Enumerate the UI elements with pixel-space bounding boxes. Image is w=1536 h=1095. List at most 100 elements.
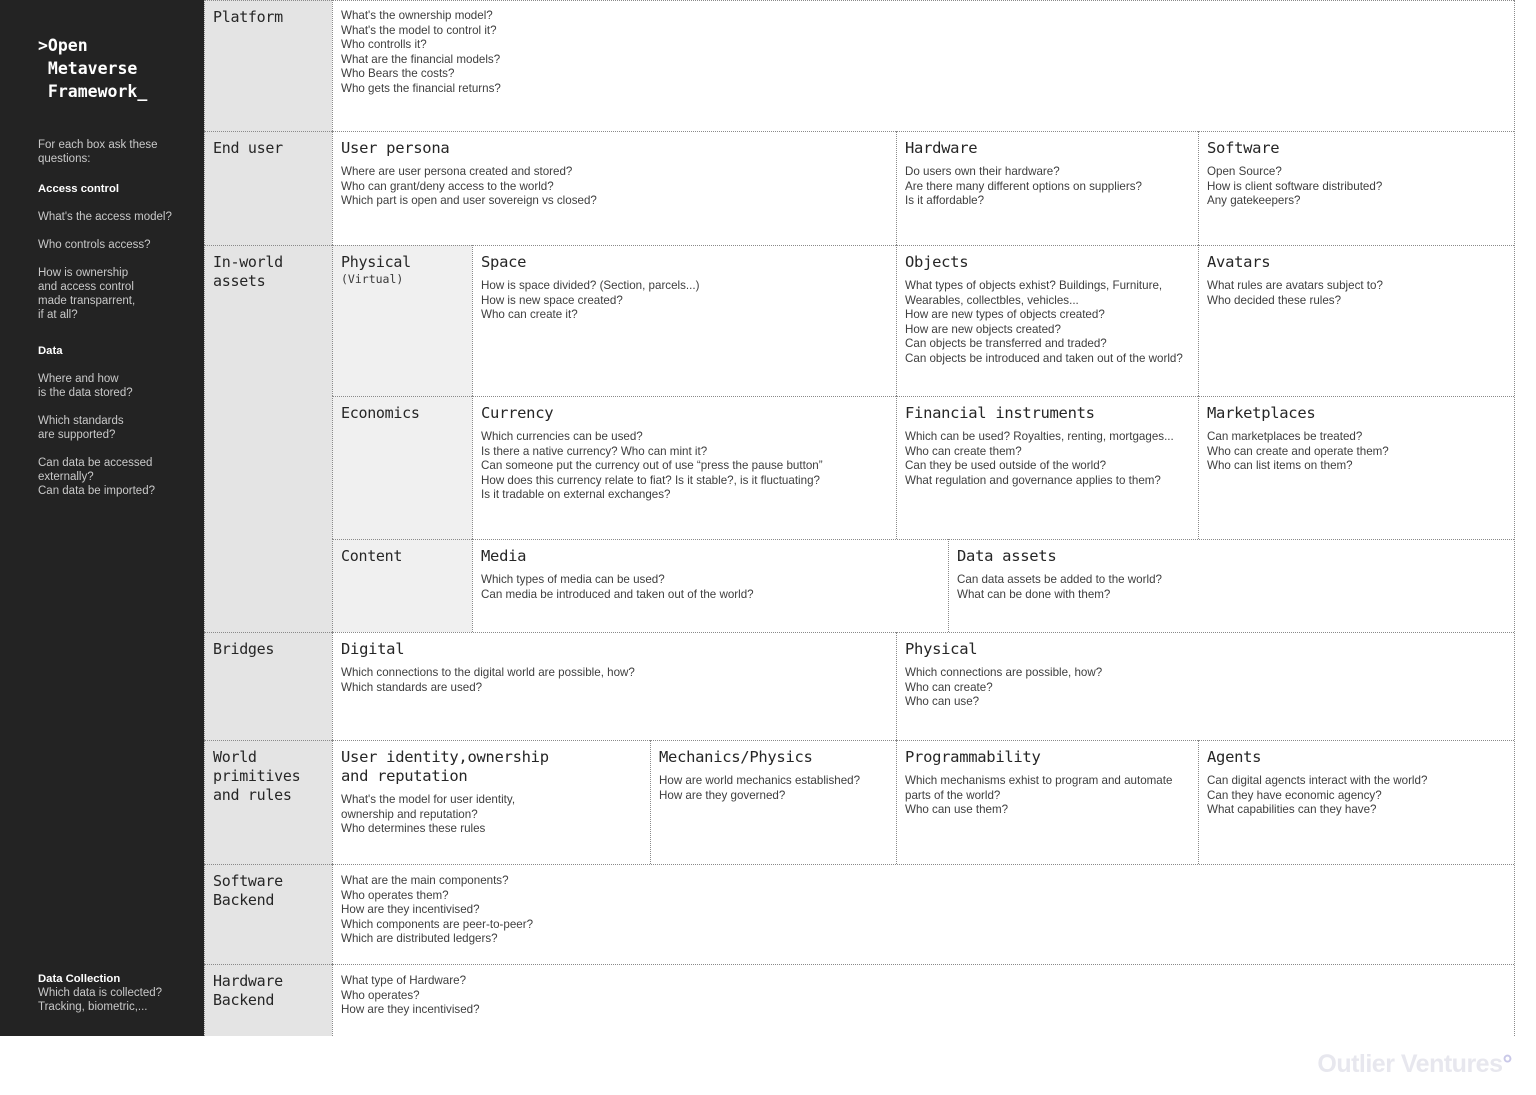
question: Which standards are used? [341,680,483,694]
question: Who can create them? [905,444,1022,458]
sidebar-questions: For each box ask these questions: Access… [38,138,188,512]
framework-grid: Platform What's the ownership model? Wha… [204,0,1515,1037]
page-footer: Outlier Ventures° [0,1036,1536,1095]
question: How does this currency relate to fiat? I… [481,473,820,487]
question: Can objects be introduced and taken out … [905,351,1183,365]
cell-avatars: Avatars What rules are avatars subject t… [1198,245,1514,396]
question-list: What's the model for user identity, owne… [341,793,650,837]
question: Can data assets be added to the world? [957,573,1162,586]
question: What capabilities can they have? [1207,803,1377,817]
cell-title: Programmability [905,748,1041,766]
sidebar-question: Which standards are supported? [38,415,124,441]
question: Wearables, collectbles, vehicles... [905,293,1079,307]
question: How are new types of objects created? [905,308,1105,322]
question: Open Source? [1207,165,1282,178]
cell-hardware: Hardware Do users own their hardware? Ar… [896,131,1198,245]
row-label-end-user: End user [204,131,332,245]
cell-title: Physical [905,640,978,658]
sublabel-physical: Physical (Virtual) [332,245,472,396]
logo-text: Outlier Ventures [1317,1050,1503,1078]
question: Which types of media can be used? [481,573,665,586]
question: Who controlls it? [341,38,427,52]
question: Who can list items on them? [1207,459,1353,473]
question: How are they governed? [659,788,786,802]
question: Is it affordable? [905,194,985,208]
cell-user-persona: User persona Where are user persona crea… [332,131,896,245]
question-list: Can data assets be added to the world? W… [957,573,1514,602]
question-list: How is space divided? (Section, parcels.… [481,279,896,323]
question-list: Do users own their hardware? Are there m… [905,165,1198,209]
question: How are they incentivised? [341,903,480,917]
question-list: How are world mechanics established? How… [659,774,896,803]
sidebar-question: What's the access model? [38,211,172,223]
cell-software-backend-questions: What are the main components? Who operat… [332,864,1514,964]
question: Who determines these rules [341,822,486,836]
question-list: Which can be used? Royalties, renting, m… [905,430,1198,488]
sublabel-economics: Economics [332,396,472,539]
brand-title: >Open Metaverse Framework_ [38,36,148,101]
sidebar-heading-access-control: Access control [38,183,119,195]
cell-programmability: Programmability Which mechanisms exhist … [896,740,1198,864]
cell-marketplaces: Marketplaces Can marketplaces be treated… [1198,396,1514,539]
sidebar-question: Which data is collected? Tracking, biome… [38,987,163,1013]
question: What's the model for user identity, [341,793,516,806]
cell-user-identity: User identity,ownership and reputation W… [332,740,650,864]
question-list: Which currencies can be used? Is there a… [481,430,896,503]
question-list: Can marketplaces be treated? Who can cre… [1207,430,1514,474]
question: How is new space created? [481,293,623,307]
question: What regulation and governance applies t… [905,473,1161,487]
sidebar-question: Who controls access? [38,239,151,251]
question: What type of Hardware? [341,974,467,987]
cell-title: Financial instruments [905,404,1095,422]
question: Who gets the financial returns? [341,81,501,95]
row-label-bridges: Bridges [204,632,332,740]
question: What are the financial models? [341,52,501,66]
question: ownership and reputation? [341,807,478,821]
row-label-platform: Platform [204,0,332,131]
question: How are world mechanics established? [659,774,861,787]
cell-title: Hardware [905,139,978,157]
question: Which mechanisms exhist to program and a… [905,774,1173,787]
row-label-in-world-assets: In-world assets [204,245,332,632]
question: Which part is open and user sovereign vs… [341,194,597,208]
question-list: What type of Hardware? Who operates? How… [341,974,1514,1018]
cell-title: Digital [341,640,405,658]
question: Do users own their hardware? [905,165,1060,178]
sidebar-heading-data: Data [38,345,63,357]
sidebar-question: How is ownership and access control made… [38,267,136,321]
sidebar-question: Where and how is the data stored? [38,373,133,399]
row-label-software-backend: Software Backend [204,864,332,964]
question: How are new objects created? [905,322,1061,336]
question: Who can create? [905,680,993,694]
question: Who operates? [341,988,420,1002]
sublabel-content: Content [332,539,472,632]
sidebar-question: Can data be accessed externally? Can dat… [38,457,155,497]
question-list: Which connections to the digital world a… [341,666,896,695]
row-label-text: End user [213,139,283,157]
cell-title: Currency [481,404,554,422]
row-label-hardware-backend: Hardware Backend [204,964,332,1036]
cell-title: Marketplaces [1207,404,1316,422]
cell-title: Software [1207,139,1280,157]
question: Who can create and operate them? [1207,444,1389,458]
question: How is space divided? (Section, parcels.… [481,279,700,292]
cell-title: Mechanics/Physics [659,748,813,766]
question: parts of the world? [905,788,1001,802]
row-label-text: Bridges [213,640,275,658]
sublabel-title: Physical [341,253,411,271]
cell-hardware-backend-questions: What type of Hardware? Who operates? How… [332,964,1514,1036]
question: Are there many different options on supp… [905,179,1142,193]
question: Can objects be transferred and traded? [905,337,1107,351]
question-list: Where are user persona created and store… [341,165,896,209]
question: Which components are peer-to-peer? [341,917,534,931]
question: Can they have economic agency? [1207,788,1382,802]
cell-title: Objects [905,253,969,271]
question: Who operates them? [341,888,449,902]
question: What can be done with them? [957,587,1111,601]
cell-title: Agents [1207,748,1262,766]
cell-platform-questions: What's the ownership model? What's the m… [332,0,1514,131]
question: Who can use them? [905,803,1009,817]
row-label-text: Hardware Backend [213,972,283,1009]
question-list: Which types of media can be used? Can me… [481,573,948,602]
row-label-text: Platform [213,8,283,26]
